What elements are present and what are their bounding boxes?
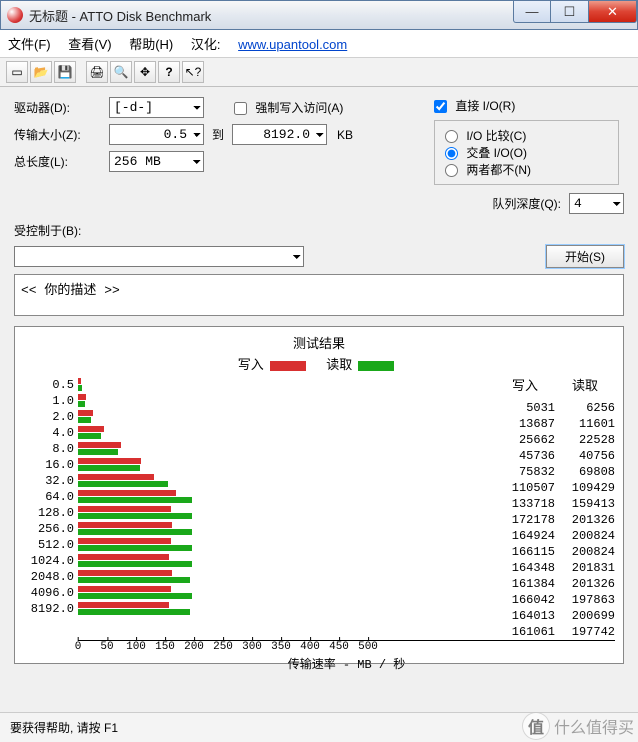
window-title: 无标题 - ATTO Disk Benchmark	[29, 6, 513, 25]
watermark: 值 什么值得买	[522, 712, 634, 740]
controlled-by-select[interactable]	[14, 246, 304, 267]
start-button[interactable]: 开始(S)	[546, 245, 624, 268]
chart-x-axis: 传输速率 - MB / 秒 05010015020025030035040045…	[78, 640, 615, 670]
preview-icon[interactable]: 🔍	[110, 61, 132, 83]
io-mode-group: I/O 比较(C) 交叠 I/O(O) 两者都不(N)	[434, 120, 619, 185]
read-swatch-icon	[358, 361, 394, 371]
kb-label: KB	[337, 128, 353, 142]
write-swatch-icon	[270, 361, 306, 371]
watermark-icon: 值	[522, 712, 550, 740]
target-icon[interactable]: ✥	[134, 61, 156, 83]
menu-bar: 文件(F) 查看(V) 帮助(H) 汉化: www.upantool.com	[0, 30, 638, 58]
l10n-link[interactable]: www.upantool.com	[238, 37, 347, 52]
menu-file[interactable]: 文件(F)	[8, 37, 51, 52]
drive-label: 驱动器(D):	[14, 99, 109, 116]
toolbar: ▭ 📂 💾 🖨 🔍 ✥ ? ↖?	[0, 58, 638, 87]
data-header: 写入读取	[495, 375, 615, 394]
context-help-icon[interactable]: ↖?	[182, 61, 204, 83]
length-label: 总长度(L):	[14, 153, 109, 170]
drive-select[interactable]: [-d-]	[109, 97, 204, 118]
length-select[interactable]: 256 MB	[109, 151, 204, 172]
chart-y-labels: 0.51.02.04.08.016.032.064.0128.0256.0512…	[23, 375, 78, 640]
help-icon[interactable]: ?	[158, 61, 180, 83]
chart-bars	[78, 375, 495, 640]
results-title: 测试结果	[23, 333, 615, 352]
chart-x-label: 传输速率 - MB / 秒	[78, 655, 615, 672]
size-from-select[interactable]: 0.5	[109, 124, 204, 145]
results-panel: 测试结果 写入 读取 0.51.02.04.08.016.032.064.012…	[14, 326, 624, 664]
open-icon[interactable]: 📂	[30, 61, 52, 83]
print-icon[interactable]: 🖨	[86, 61, 108, 83]
queue-depth-select[interactable]: 4	[569, 193, 624, 214]
maximize-button[interactable]: ☐	[551, 1, 589, 23]
neither-radio[interactable]: 两者都不(N)	[445, 161, 608, 178]
status-text: 要获得帮助, 请按 F1	[10, 721, 118, 735]
chart-legend: 写入 读取	[23, 354, 615, 373]
io-compare-radio[interactable]: I/O 比较(C)	[445, 127, 608, 144]
app-icon	[7, 7, 23, 23]
force-write-checkbox[interactable]: 强制写入访问(A)	[234, 99, 343, 116]
description-box[interactable]: << 你的描述 >>	[14, 274, 624, 316]
controlled-by-label: 受控制于(B):	[14, 222, 81, 239]
size-label: 传输大小(Z):	[14, 126, 109, 143]
menu-help[interactable]: 帮助(H)	[129, 37, 173, 52]
new-icon[interactable]: ▭	[6, 61, 28, 83]
data-rows: 5031625613687116012566222528457364075675…	[495, 400, 615, 640]
minimize-button[interactable]: —	[513, 1, 551, 23]
to-label: 到	[212, 126, 224, 143]
l10n-label: 汉化:	[191, 37, 221, 52]
direct-io-checkbox[interactable]: 直接 I/O(R)	[434, 97, 619, 114]
save-icon[interactable]: 💾	[54, 61, 76, 83]
size-to-select[interactable]: 8192.0	[232, 124, 327, 145]
menu-view[interactable]: 查看(V)	[68, 37, 111, 52]
close-button[interactable]: ✕	[589, 1, 637, 23]
title-bar: 无标题 - ATTO Disk Benchmark — ☐ ✕	[0, 0, 638, 30]
queue-depth-label: 队列深度(Q):	[492, 195, 561, 212]
client-area: 驱动器(D): [-d-] 强制写入访问(A) 传输大小(Z): 0.5 到 8…	[0, 87, 638, 712]
overlapped-io-radio[interactable]: 交叠 I/O(O)	[445, 144, 608, 161]
status-bar: 要获得帮助, 请按 F1 值 什么值得买	[0, 712, 638, 742]
